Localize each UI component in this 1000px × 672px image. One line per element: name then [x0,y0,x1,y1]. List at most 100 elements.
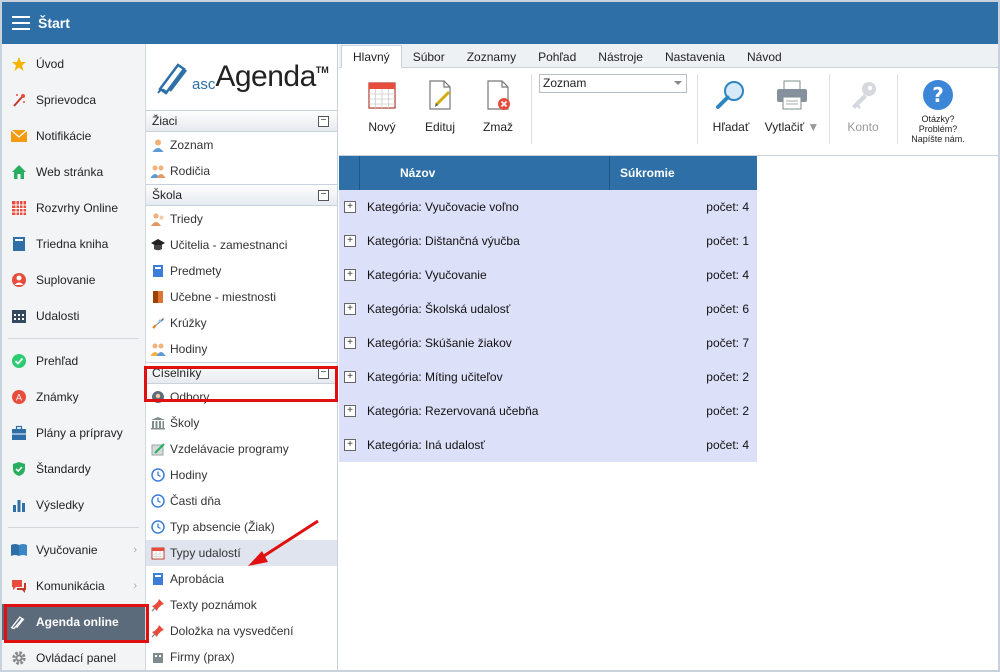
tab-nastavenia[interactable]: Nastavenia [654,46,736,67]
row-name: Kategória: Rezervovaná učebňa [367,404,539,418]
nav-item-plany-a-pripravy[interactable]: Plány a prípravy [2,415,145,451]
nav-item-standardy[interactable]: Štandardy [2,451,145,487]
sub-item-firmy[interactable]: Firmy (prax) [146,644,337,670]
expand-icon[interactable]: + [344,371,356,383]
sub-item-hodiny[interactable]: Hodiny [146,462,337,488]
sub-item-casti-dna[interactable]: Časti dňa [146,488,337,514]
nav-item-notifikacie[interactable]: Notifikácie [2,118,145,154]
school-building-icon [150,415,166,431]
nav-item-vysledky[interactable]: Výsledky [2,487,145,523]
nav-item-suplovanie[interactable]: Suplovanie [2,262,145,298]
table-row[interactable]: + Kategória: Rezervovaná učebňa počet: 2 [339,394,757,428]
dropdown-arrow-icon[interactable]: ▼ [807,120,819,134]
tab-navod[interactable]: Návod [736,46,793,67]
search-button[interactable]: Hľadať [705,78,757,134]
sub-item-odbory[interactable]: Odbory [146,384,337,410]
sub-item-skoly[interactable]: Školy [146,410,337,436]
key-icon [846,78,880,112]
table-row[interactable]: + Kategória: Iná udalosť počet: 4 [339,428,757,462]
sub-item-aprobacia[interactable]: Aprobácia [146,566,337,592]
nav-item-rozvrhy-online[interactable]: Rozvrhy Online [2,190,145,226]
magnifier-icon [714,78,748,112]
sub-item-ucebne[interactable]: Učebne - miestnosti [146,284,337,310]
chat-icon [10,577,28,595]
row-count: počet: 6 [706,302,749,316]
collapse-icon[interactable]: − [318,368,329,379]
expand-icon[interactable]: + [344,201,356,213]
nav-item-vyucovanie[interactable]: Vyučovanie › [2,532,145,568]
calendar-icon [10,307,28,325]
rocket-icon [150,315,166,331]
expand-icon[interactable]: + [344,303,356,315]
table-row[interactable]: + Kategória: Školská udalosť počet: 6 [339,292,757,326]
logo-pen-icon [157,63,187,95]
sub-item-typy-udalosti[interactable]: Typy udalostí [146,540,337,566]
expand-icon[interactable]: + [344,337,356,349]
table-row[interactable]: + Kategória: Skúšanie žiakov počet: 7 [339,326,757,360]
nav-item-web-stranka[interactable]: Web stránka [2,154,145,190]
briefcase-icon [10,424,28,442]
row-count: počet: 4 [706,438,749,452]
classes-icon [150,211,166,227]
delete-button[interactable]: Zmaž [472,78,524,134]
dropdown-arrow-icon [674,81,682,85]
sub-item-rodicia[interactable]: Rodičia [146,158,337,184]
expand-icon[interactable]: + [344,405,356,417]
sub-item-hodiny-skola[interactable]: Hodiny [146,336,337,362]
sub-item-triedy[interactable]: Triedy [146,206,337,232]
row-name: Kategória: Vyučovacie voľno [367,200,519,214]
nav-item-agenda-online[interactable]: Agenda online [2,604,145,640]
student-icon [150,137,166,153]
nav-item-komunikacia[interactable]: Komunikácia › [2,568,145,604]
print-button[interactable]: Vytlačiť ▼ [761,78,823,134]
sub-item-dolozka[interactable]: Doložka na vysvedčení [146,618,337,644]
table-row[interactable]: + Kategória: Vyučovacie voľno počet: 4 [339,190,757,224]
sub-item-kruzky[interactable]: Krúžky [146,310,337,336]
new-button[interactable]: Nový [356,78,408,134]
nav-item-prehlad[interactable]: Prehľad [2,343,145,379]
check-circle-icon [10,352,28,370]
table-row[interactable]: + Kategória: Vyučovanie počet: 4 [339,258,757,292]
column-private[interactable]: Súkromie [610,156,757,190]
edit-button[interactable]: Edituj [414,78,466,134]
menu-icon[interactable] [12,16,30,30]
collapse-icon[interactable]: − [318,190,329,201]
nav-item-triedna-kniha[interactable]: Triedna kniha [2,226,145,262]
tab-pohlad[interactable]: Pohľad [527,46,587,67]
chevron-right-icon: › [133,544,137,556]
nav-item-uvod[interactable]: Úvod [2,46,145,82]
column-name[interactable]: Názov [360,156,610,190]
substitution-icon [10,271,28,289]
expand-icon[interactable]: + [344,235,356,247]
sub-item-ucitelia[interactable]: Učitelia - zamestnanci [146,232,337,258]
account-button[interactable]: Konto [837,78,889,134]
view-select[interactable]: Zoznam [539,74,687,93]
sub-item-texty-poznamok[interactable]: Texty poznámok [146,592,337,618]
tab-hlavny[interactable]: Hlavný [341,45,402,68]
section-skola[interactable]: Škola − [146,184,337,206]
nav-divider [8,527,139,528]
section-ciselniky[interactable]: Číselníky − [146,362,337,384]
sub-item-vzdelavacie-programy[interactable]: Vzdelávacie programy [146,436,337,462]
nav-item-sprievodca[interactable]: Sprievodca [2,82,145,118]
nav-item-ovladaci-panel[interactable]: Ovládací panel [2,640,145,670]
section-ziaci[interactable]: Žiaci − [146,110,337,132]
delete-document-icon [481,78,515,112]
sub-item-typ-absencie[interactable]: Typ absencie (Žiak) [146,514,337,540]
tab-nastroje[interactable]: Nástroje [587,46,654,67]
tab-zoznamy[interactable]: Zoznamy [456,46,527,67]
collapse-icon[interactable]: − [318,116,329,127]
expand-icon[interactable]: + [344,269,356,281]
table-row[interactable]: + Kategória: Dištančná výučba počet: 1 [339,224,757,258]
tab-subor[interactable]: Súbor [402,46,456,67]
table-row[interactable]: + Kategória: Míting učiteľov počet: 2 [339,360,757,394]
nav-item-znamky[interactable]: A Známky [2,379,145,415]
ribbon-tabs: Hlavný Súbor Zoznamy Pohľad Nástroje Nas… [339,44,998,68]
sub-item-predmety[interactable]: Predmety [146,258,337,284]
expand-icon[interactable]: + [344,439,356,451]
pen-icon [10,613,28,631]
nav-item-udalosti[interactable]: Udalosti [2,298,145,334]
clock-icon [150,519,166,535]
help-button[interactable]: ? Otázky? Problém? Napíšte nám. [905,78,971,144]
sub-item-zoznam[interactable]: Zoznam [146,132,337,158]
